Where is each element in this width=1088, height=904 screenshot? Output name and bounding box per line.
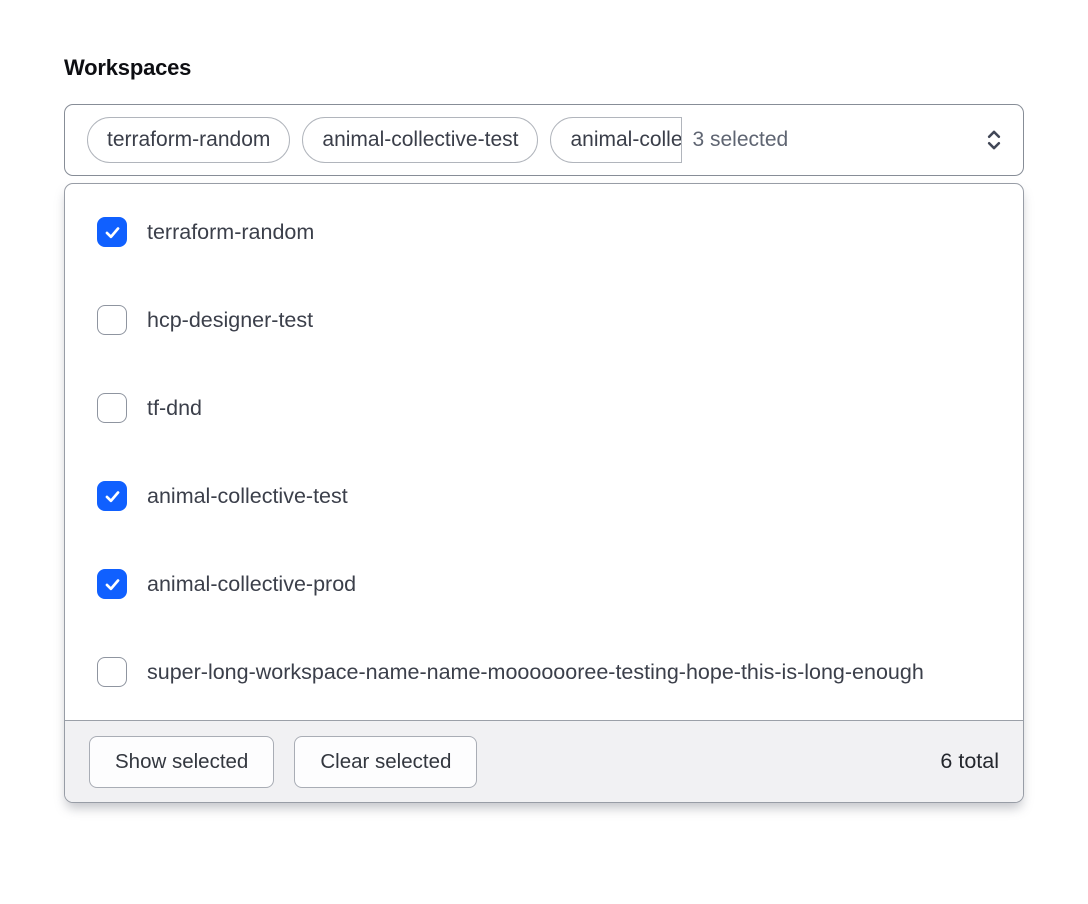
checkbox[interactable] xyxy=(97,217,127,247)
checkbox[interactable] xyxy=(97,305,127,335)
clear-selected-button[interactable]: Clear selected xyxy=(294,736,477,788)
selected-pills: terraform-random animal-collective-test … xyxy=(87,117,682,163)
workspaces-multiselect: Workspaces terraform-random animal-colle… xyxy=(0,0,1088,803)
option-super-long-workspace[interactable]: super-long-workspace-name-name-moooooore… xyxy=(65,628,1023,716)
option-label: terraform-random xyxy=(147,217,314,247)
options-list: terraform-random hcp-designer-test tf-dn… xyxy=(65,184,1023,720)
checkbox[interactable] xyxy=(97,393,127,423)
option-animal-collective-prod[interactable]: animal-collective-prod xyxy=(65,540,1023,628)
option-label: super-long-workspace-name-name-moooooore… xyxy=(147,657,924,687)
check-icon xyxy=(103,487,122,506)
option-label: animal-collective-test xyxy=(147,481,348,511)
option-label: hcp-designer-test xyxy=(147,305,313,335)
pill-label: terraform-random xyxy=(107,128,270,152)
checkbox[interactable] xyxy=(97,569,127,599)
check-icon xyxy=(103,223,122,242)
multiselect-popover: terraform-random hcp-designer-test tf-dn… xyxy=(64,183,1024,803)
pill-label: animal-collective-prod xyxy=(570,128,682,152)
total-count: 6 total xyxy=(940,749,999,774)
checkbox[interactable] xyxy=(97,657,127,687)
selected-pill[interactable]: animal-collective-prod xyxy=(550,117,682,163)
option-tf-dnd[interactable]: tf-dnd xyxy=(65,364,1023,452)
check-icon xyxy=(103,575,122,594)
selected-pill[interactable]: animal-collective-test xyxy=(302,117,538,163)
option-terraform-random[interactable]: terraform-random xyxy=(65,188,1023,276)
field-label: Workspaces xyxy=(64,55,1024,81)
chevrons-up-down-icon xyxy=(981,127,1007,153)
multiselect-trigger[interactable]: terraform-random animal-collective-test … xyxy=(64,104,1024,176)
pill-label: animal-collective-test xyxy=(322,128,518,152)
selected-count: 3 selected xyxy=(692,128,788,152)
show-selected-button[interactable]: Show selected xyxy=(89,736,274,788)
selected-pill[interactable]: terraform-random xyxy=(87,117,290,163)
popover-footer: Show selected Clear selected 6 total xyxy=(65,720,1023,802)
option-animal-collective-test[interactable]: animal-collective-test xyxy=(65,452,1023,540)
option-hcp-designer-test[interactable]: hcp-designer-test xyxy=(65,276,1023,364)
checkbox[interactable] xyxy=(97,481,127,511)
option-label: tf-dnd xyxy=(147,393,202,423)
option-label: animal-collective-prod xyxy=(147,569,356,599)
